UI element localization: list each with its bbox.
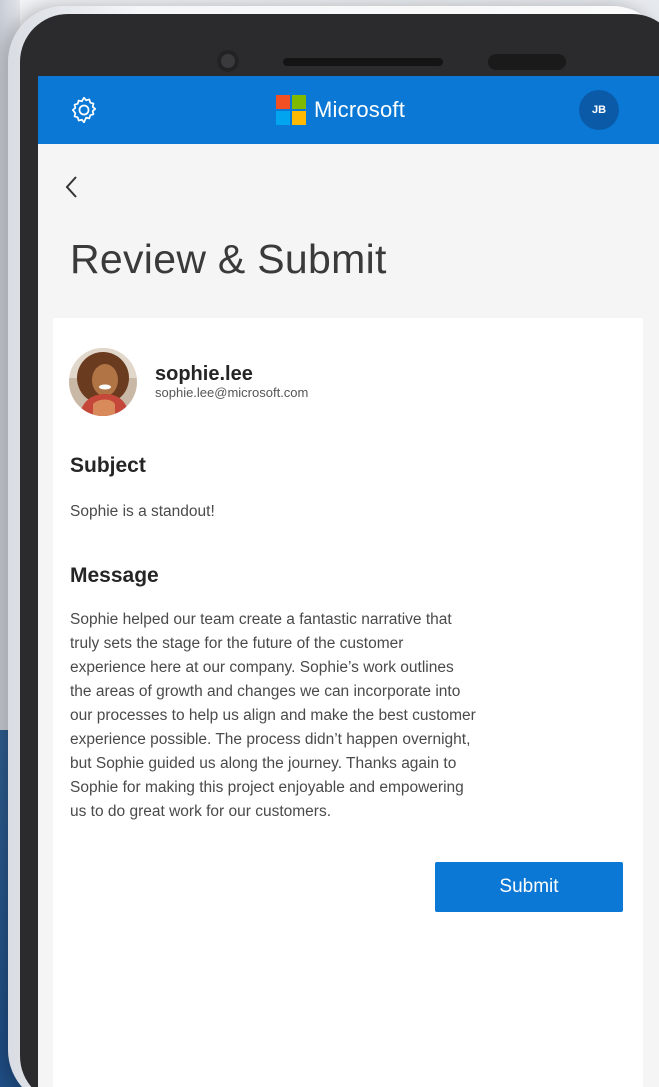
avatar bbox=[69, 348, 137, 416]
back-button[interactable] bbox=[62, 170, 96, 204]
message-line: but Sophie guided us along the journey. … bbox=[70, 755, 457, 772]
brand: Microsoft bbox=[276, 93, 405, 127]
sender-email: sophie.lee@microsoft.com bbox=[155, 385, 309, 400]
message-line: Sophie helped our team create a fantasti… bbox=[70, 611, 452, 628]
sensor bbox=[488, 54, 566, 70]
subject-value: Sophie is a standout! bbox=[70, 503, 215, 520]
message-line: us to do great work for our customers. bbox=[70, 803, 332, 820]
microsoft-logo bbox=[276, 95, 306, 125]
message-line: truly sets the stage for the future of t… bbox=[70, 635, 404, 652]
logo-square-blue bbox=[276, 111, 290, 125]
message-line: our processes to help us align and make … bbox=[70, 707, 476, 724]
review-card: sophie.lee sophie.lee@microsoft.com Subj… bbox=[53, 318, 643, 1087]
logo-square-red bbox=[276, 95, 290, 109]
sender-info: sophie.lee sophie.lee@microsoft.com bbox=[69, 348, 308, 416]
message-body: Sophie helped our team create a fantasti… bbox=[70, 608, 545, 824]
submit-button[interactable]: Submit bbox=[435, 862, 623, 912]
subject-label: Subject bbox=[70, 454, 146, 477]
chevron-left-icon bbox=[65, 176, 77, 198]
page-title: Review & Submit bbox=[70, 236, 387, 282]
camera-icon bbox=[217, 50, 239, 72]
brand-name: Microsoft bbox=[314, 97, 406, 122]
message-label: Message bbox=[70, 564, 159, 587]
app-header: Microsoft JB bbox=[38, 76, 659, 144]
logo-square-yellow bbox=[292, 111, 306, 125]
user-avatar[interactable]: JB bbox=[579, 90, 619, 130]
message-line: experience possible. The process didn’t … bbox=[70, 731, 471, 748]
message-line: Sophie for making this project enjoyable… bbox=[70, 779, 464, 796]
gear-icon bbox=[71, 96, 97, 124]
settings-button[interactable] bbox=[64, 90, 104, 130]
speaker-grille bbox=[283, 58, 443, 66]
message-line: the areas of growth and changes we can i… bbox=[70, 683, 461, 700]
phone-screen: Microsoft JB Review & Submit sophie.lee … bbox=[38, 76, 659, 1087]
profile-photo bbox=[69, 348, 137, 416]
logo-square-green bbox=[292, 95, 306, 109]
sender-name: sophie.lee bbox=[155, 363, 253, 385]
message-line: experience here at our company. Sophie’s… bbox=[70, 659, 454, 676]
